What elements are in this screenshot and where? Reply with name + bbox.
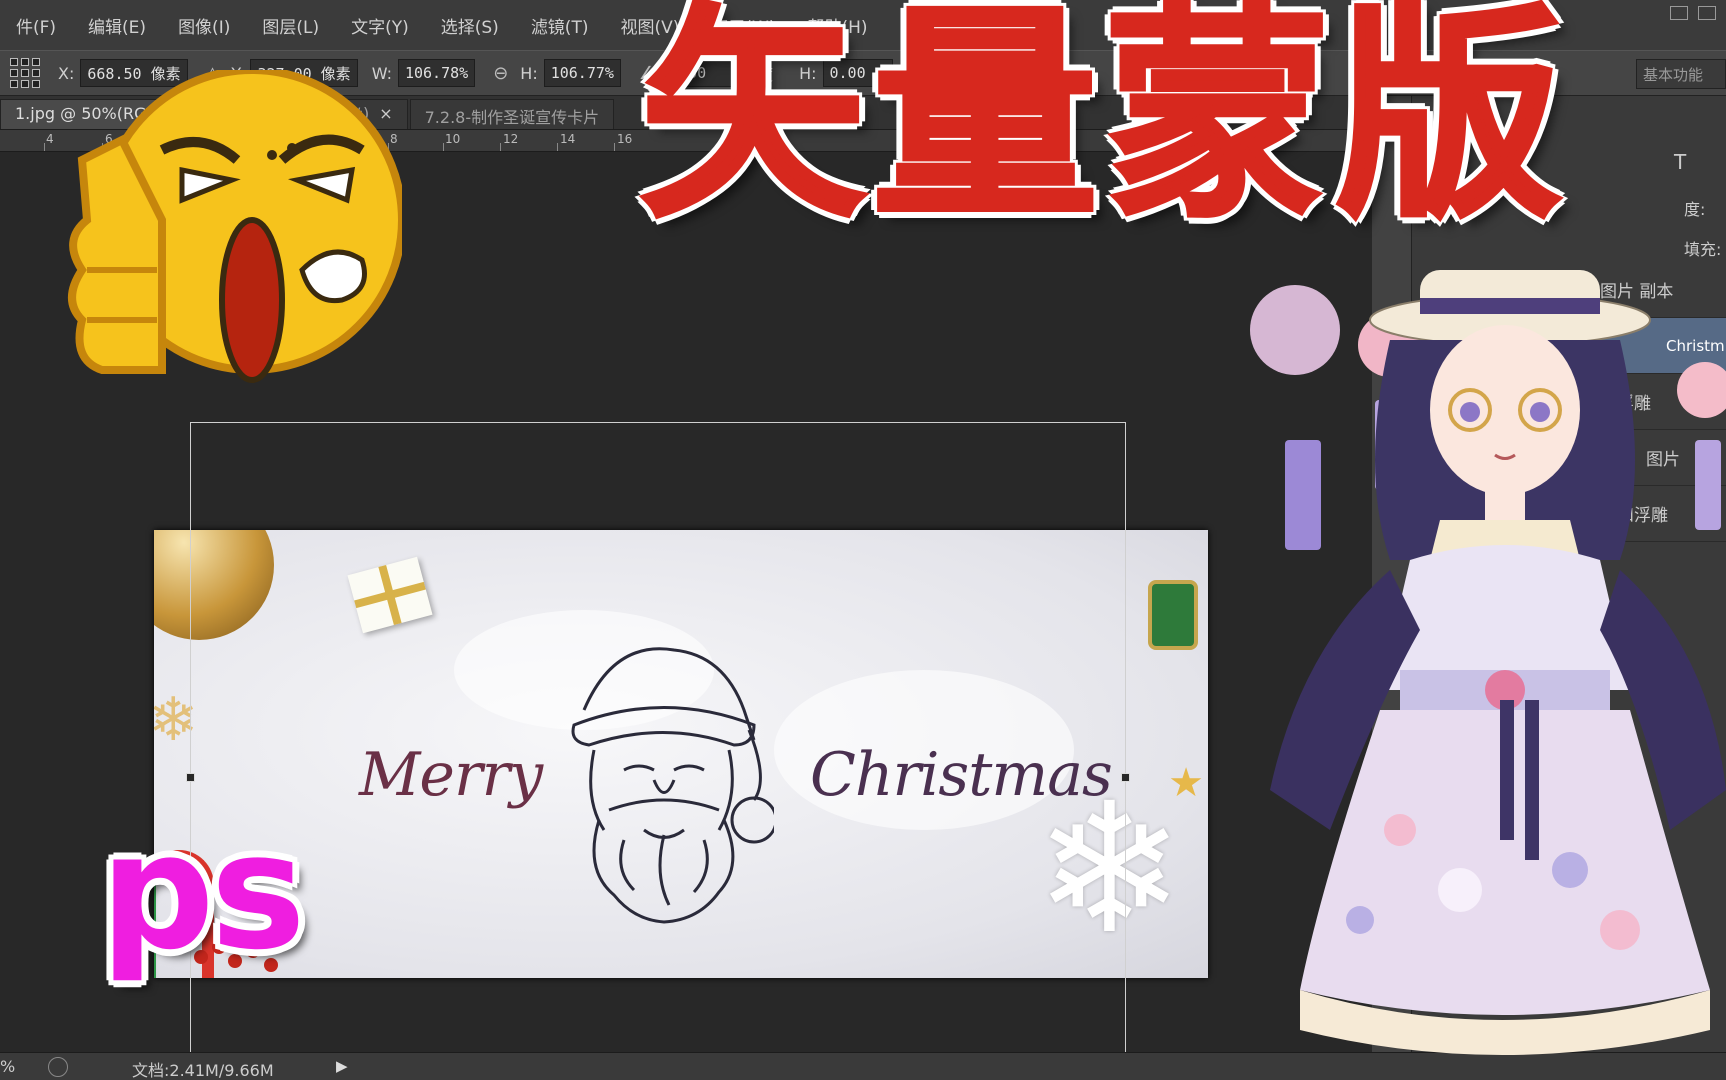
tab-label: 7.2.8-制作圣诞宣传卡片 [424, 108, 600, 127]
menu-type[interactable]: 文字(Y) [335, 13, 425, 38]
shouting-thumbs-up-emoji [68, 70, 402, 383]
doc-size-info: 文档:2.41M/9.66M [132, 1061, 274, 1080]
ruler-tick-label: 12 [503, 132, 519, 146]
width-field[interactable]: 106.78% [397, 59, 476, 87]
window-controls [1660, 0, 1726, 30]
photoshop-window: 件(F) 编辑(E) 图像(I) 图层(L) 文字(Y) 选择(S) 滤镜(T)… [0, 0, 1726, 1080]
opacity-label: 度: [1684, 200, 1706, 219]
h-label: H: [520, 63, 538, 83]
zoom-level[interactable]: % [0, 1057, 15, 1076]
menu-layer[interactable]: 图层(L) [246, 13, 335, 38]
type-icon[interactable]: T [1674, 150, 1686, 174]
fill-label: 填充: [1684, 240, 1722, 259]
reference-point-icon[interactable] [10, 58, 40, 88]
star-ornament: ★ [1168, 760, 1204, 806]
height-field[interactable]: 106.77% [543, 59, 621, 87]
workspace-switcher[interactable]: 基本功能 [1636, 59, 1726, 89]
video-title: 矢量蒙版 [638, 0, 1569, 248]
status-menu-arrow-icon[interactable]: ▶ [336, 1057, 348, 1075]
menu-edit[interactable]: 编辑(E) [72, 13, 162, 38]
menu-file[interactable]: 件(F) [0, 13, 72, 38]
tab-doc-3[interactable]: 7.2.8-制作圣诞宣传卡片 [409, 99, 615, 129]
anime-character [1250, 270, 1726, 1055]
menu-select[interactable]: 选择(S) [425, 13, 515, 38]
menu-image[interactable]: 图像(I) [162, 13, 246, 38]
transform-bounding-box[interactable] [186, 422, 1130, 1080]
link-icon[interactable]: ⊖ [493, 63, 508, 84]
restore-button[interactable] [1698, 6, 1716, 20]
transform-handle[interactable] [1121, 773, 1130, 782]
menu-filter[interactable]: 滤镜(T) [515, 13, 605, 38]
ruler-tick-label: 16 [617, 132, 633, 146]
ruler-tick-label: 14 [560, 132, 576, 146]
ruler-tick-label: 10 [445, 132, 461, 146]
ruler-tick-label: 4 [46, 132, 54, 146]
minimize-button[interactable] [1670, 6, 1688, 20]
status-icon[interactable] [48, 1057, 68, 1077]
ps-label: ps [100, 798, 306, 985]
transform-handle[interactable] [186, 773, 195, 782]
ornament-tag [1148, 580, 1198, 650]
